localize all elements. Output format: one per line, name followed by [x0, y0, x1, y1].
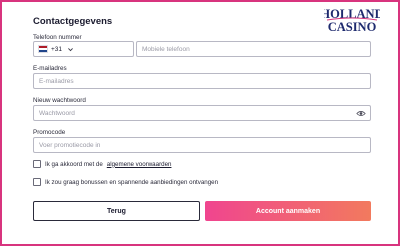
chevron-down-icon [68, 47, 73, 51]
bonus-text: Ik zou graag bonussen en spannende aanbi… [45, 178, 219, 186]
email-label: E-mailadres [33, 65, 67, 72]
password-label: Nieuw wachtwoord [33, 97, 86, 104]
holland-casino-logo: HOLLAND CASINO [324, 7, 380, 34]
logo-line2: CASINO [328, 20, 377, 34]
country-code-select[interactable]: +31 [33, 41, 134, 57]
password-placeholder: Wachtwoord [39, 110, 75, 117]
terms-link[interactable]: algemene voorwaarden [107, 161, 172, 168]
mobile-phone-placeholder: Mobiele telefoon [142, 46, 190, 53]
mobile-phone-input[interactable]: Mobiele telefoon [136, 41, 371, 57]
terms-checkbox[interactable] [33, 160, 41, 168]
email-input[interactable]: E-mailadres [33, 73, 371, 89]
create-account-button[interactable]: Account aanmaken [205, 201, 371, 221]
email-placeholder: E-mailadres [39, 78, 74, 85]
nl-flag-icon [38, 45, 48, 53]
promo-code-input[interactable]: Voer promotiecode in [33, 137, 371, 153]
password-input[interactable]: Wachtwoord [33, 105, 371, 121]
country-code-value: +31 [51, 45, 63, 53]
promo-label: Promocode [33, 129, 66, 136]
terms-row: Ik ga akkoord met de algemene voorwaarde… [33, 160, 171, 168]
back-button[interactable]: Terug [33, 201, 200, 221]
form-title: Contactgegevens [33, 16, 113, 27]
registration-panel: Contactgegevens HOLLAND CASINO Telefoon … [2, 2, 398, 244]
bonus-checkbox[interactable] [33, 178, 41, 186]
bonus-row: Ik zou graag bonussen en spannende aanbi… [33, 178, 218, 186]
terms-text: Ik ga akkoord met de [45, 160, 103, 168]
promo-placeholder: Voer promotiecode in [39, 142, 101, 149]
eye-icon[interactable] [356, 109, 366, 118]
phone-label: Telefoon nummer [33, 34, 82, 41]
